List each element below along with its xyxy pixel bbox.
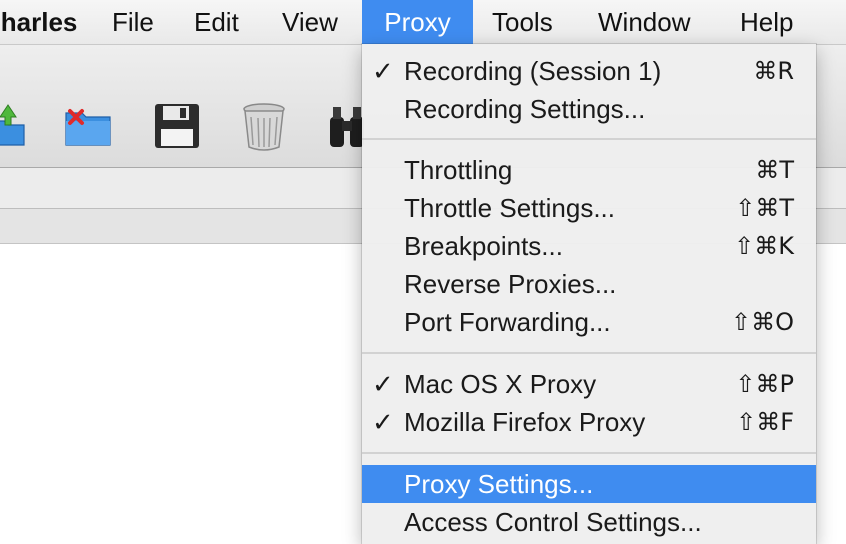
menu-item-label: Access Control Settings...: [404, 507, 702, 537]
menu-item-shortcut: ⌘T: [755, 156, 794, 184]
menu-tools[interactable]: Tools: [492, 0, 553, 44]
menu-item-port-forwarding[interactable]: Port Forwarding... ⇧⌘O: [362, 303, 816, 341]
menu-separator: [362, 352, 816, 354]
menu-item-shortcut: ⇧⌘O: [731, 308, 794, 336]
menu-item-recording-settings[interactable]: Recording Settings...: [362, 90, 816, 128]
menu-item-label: Mac OS X Proxy: [404, 369, 597, 399]
menu-help[interactable]: Help: [740, 0, 793, 44]
menu-item-label: Breakpoints...: [404, 231, 563, 261]
import-icon[interactable]: [0, 103, 30, 152]
menu-item-label: Recording (Session 1): [404, 56, 662, 86]
trash-icon[interactable]: [242, 103, 286, 156]
menu-separator: [362, 452, 816, 454]
menu-item-reverse-proxies[interactable]: Reverse Proxies...: [362, 265, 816, 303]
menu-item-macos-proxy[interactable]: ✓ Mac OS X Proxy ⇧⌘P: [362, 365, 816, 403]
menu-item-shortcut: ⇧⌘F: [736, 408, 794, 436]
menu-item-shortcut: ⇧⌘P: [735, 370, 794, 398]
menu-view[interactable]: View: [282, 0, 338, 44]
menu-bar: Charles File Edit View Proxy Tools Windo…: [0, 0, 846, 45]
menu-item-throttle-settings[interactable]: Throttle Settings... ⇧⌘T: [362, 189, 816, 227]
checkmark-icon: ✓: [372, 369, 394, 399]
checkmark-icon: ✓: [372, 56, 394, 86]
menu-item-breakpoints[interactable]: Breakpoints... ⇧⌘K: [362, 227, 816, 265]
proxy-menu: ✓ Recording (Session 1) ⌘R Recording Set…: [362, 44, 816, 544]
checkmark-icon: ✓: [372, 407, 394, 437]
menu-item-label: Reverse Proxies...: [404, 269, 617, 299]
menu-item-proxy-settings[interactable]: Proxy Settings...: [362, 465, 816, 503]
menu-item-recording[interactable]: ✓ Recording (Session 1) ⌘R: [362, 52, 816, 90]
menu-separator: [362, 138, 816, 140]
menu-item-label: Proxy Settings...: [404, 469, 594, 499]
menu-item-label: Mozilla Firefox Proxy: [404, 407, 646, 437]
menu-item-access-control-settings[interactable]: Access Control Settings...: [362, 503, 816, 541]
menu-item-shortcut: ⇧⌘T: [735, 194, 794, 222]
menu-item-label: Throttle Settings...: [404, 193, 615, 223]
menu-edit[interactable]: Edit: [194, 0, 239, 44]
menu-item-firefox-proxy[interactable]: ✓ Mozilla Firefox Proxy ⇧⌘F: [362, 403, 816, 441]
save-icon[interactable]: [154, 103, 200, 154]
menu-item-label: Port Forwarding...: [404, 307, 611, 337]
menu-window[interactable]: Window: [598, 0, 690, 44]
menu-file[interactable]: File: [112, 0, 154, 44]
menu-app-name[interactable]: Charles: [0, 0, 77, 44]
menu-item-shortcut: ⇧⌘K: [734, 232, 794, 260]
menu-item-label: Throttling: [404, 155, 513, 185]
menu-item-label: Recording Settings...: [404, 94, 646, 124]
menu-item-throttling[interactable]: Throttling ⌘T: [362, 151, 816, 189]
menu-proxy[interactable]: Proxy: [362, 0, 473, 44]
menu-item-shortcut: ⌘R: [753, 57, 794, 85]
close-session-icon[interactable]: [64, 103, 112, 152]
